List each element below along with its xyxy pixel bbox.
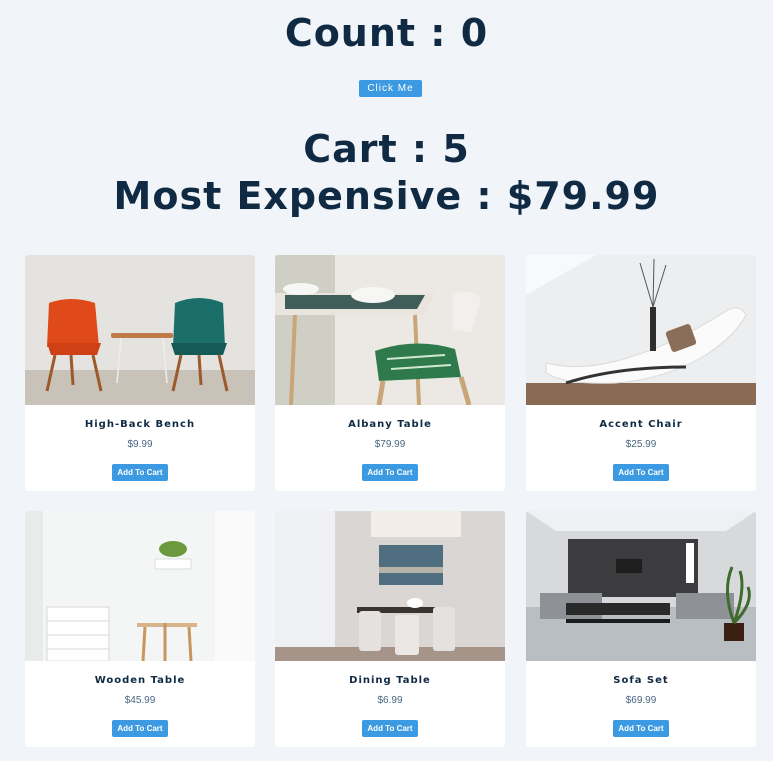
- product-image-living-room: [526, 511, 756, 661]
- product-price: $9.99: [127, 439, 153, 450]
- cart-count-title: Cart : 5: [303, 127, 470, 171]
- product-card: High-Back Bench $9.99 Add To Cart: [25, 255, 255, 491]
- product-image-dining-chair: [275, 255, 505, 405]
- click-me-button[interactable]: Click Me: [359, 80, 422, 97]
- product-name: High-Back Bench: [84, 419, 196, 430]
- product-name: Dining Table: [349, 675, 431, 686]
- product-name: Sofa Set: [613, 675, 669, 686]
- product-image-lounge-chair: [526, 255, 756, 405]
- add-to-cart-button[interactable]: Add To Cart: [112, 720, 168, 737]
- product-price: $25.99: [625, 439, 657, 450]
- product-image-white-room: [25, 511, 255, 661]
- product-name: Accent Chair: [599, 419, 683, 430]
- product-image-chairs: [25, 255, 255, 405]
- product-name: Wooden Table: [94, 675, 186, 686]
- product-price: $79.99: [374, 439, 406, 450]
- product-card: Albany Table $79.99 Add To Cart: [275, 255, 505, 491]
- product-price: $69.99: [625, 695, 657, 706]
- product-name: Albany Table: [348, 419, 432, 430]
- product-card: Dining Table $6.99 Add To Cart: [275, 511, 505, 747]
- add-to-cart-button[interactable]: Add To Cart: [613, 720, 669, 737]
- add-to-cart-button[interactable]: Add To Cart: [613, 464, 669, 481]
- product-image-dining-room: [275, 511, 505, 661]
- product-card: Wooden Table $45.99 Add To Cart: [25, 511, 255, 747]
- add-to-cart-button[interactable]: Add To Cart: [362, 720, 418, 737]
- product-price: $45.99: [124, 695, 156, 706]
- count-title: Count : 0: [284, 11, 489, 55]
- add-to-cart-button[interactable]: Add To Cart: [362, 464, 418, 481]
- most-expensive-title: Most Expensive : $79.99: [113, 174, 660, 218]
- product-card: Accent Chair $25.99 Add To Cart: [526, 255, 756, 491]
- product-card: Sofa Set $69.99 Add To Cart: [526, 511, 756, 747]
- add-to-cart-button[interactable]: Add To Cart: [112, 464, 168, 481]
- product-price: $6.99: [377, 695, 403, 706]
